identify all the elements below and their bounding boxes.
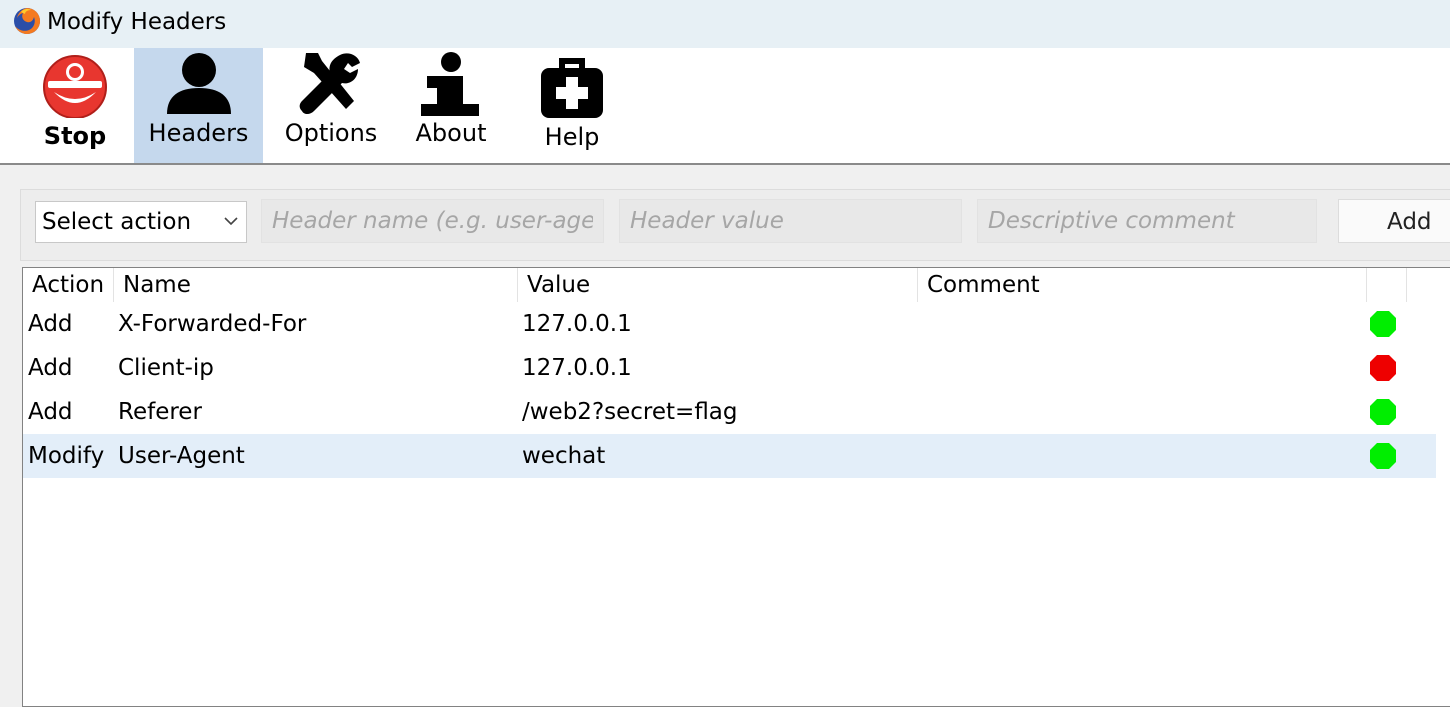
stop-label: Stop <box>43 122 107 150</box>
row-name: User-Agent <box>118 443 245 469</box>
add-button[interactable]: Add <box>1338 199 1450 243</box>
title-bar: Modify Headers <box>0 0 1450 48</box>
user-icon <box>167 53 231 114</box>
header-name-input[interactable] <box>262 200 603 242</box>
row-action: Add <box>28 311 73 337</box>
action-select-value: Select action <box>42 209 192 235</box>
action-select[interactable]: Select action <box>35 201 247 243</box>
firefox-icon <box>14 8 40 34</box>
headers-label: Headers <box>148 119 249 147</box>
tab-about[interactable]: About <box>395 48 507 163</box>
column-header-comment[interactable]: Comment <box>918 268 1367 302</box>
column-header-value[interactable]: Value <box>518 268 918 302</box>
chevron-down-icon <box>224 217 238 226</box>
stop-button[interactable]: Stop <box>14 48 136 163</box>
row-name: Referer <box>118 399 202 425</box>
enabled-status-icon[interactable] <box>1369 442 1397 470</box>
column-header-status <box>1367 268 1407 302</box>
column-header-name[interactable]: Name <box>114 268 518 302</box>
wrench-screwdriver-icon <box>299 53 360 114</box>
about-label: About <box>415 119 487 147</box>
headers-table: Action Name Value Comment Add X-Forwarde… <box>22 267 1450 707</box>
header-value-field <box>619 199 962 243</box>
first-aid-kit-icon <box>541 58 603 118</box>
enabled-status-icon[interactable] <box>1369 310 1397 338</box>
help-label: Help <box>544 123 600 151</box>
row-action: Modify <box>28 443 105 469</box>
disabled-status-icon[interactable] <box>1369 354 1397 382</box>
header-name-field <box>261 199 604 243</box>
options-label: Options <box>284 119 378 147</box>
row-value: /web2?secret=flag <box>522 399 738 425</box>
enabled-status-icon[interactable] <box>1369 398 1397 426</box>
row-name: X-Forwarded-For <box>118 311 307 337</box>
stop-icon <box>43 55 107 118</box>
comment-input[interactable] <box>978 200 1316 242</box>
column-header-action[interactable]: Action <box>23 268 114 302</box>
row-action: Add <box>28 355 73 381</box>
comment-field <box>977 199 1317 243</box>
table-row[interactable]: Add X-Forwarded-For 127.0.0.1 <box>23 302 1436 346</box>
table-row[interactable]: Add Client-ip 127.0.0.1 <box>23 346 1436 390</box>
tab-headers[interactable]: Headers <box>134 48 263 163</box>
row-value: 127.0.0.1 <box>522 355 632 381</box>
tab-options[interactable]: Options <box>270 48 392 163</box>
table-row[interactable]: Add Referer /web2?secret=flag <box>23 390 1436 434</box>
row-action: Add <box>28 399 73 425</box>
table-header: Action Name Value Comment <box>23 268 1450 302</box>
table-row-selected[interactable]: Modify User-Agent wechat <box>23 434 1436 478</box>
row-name: Client-ip <box>118 355 214 381</box>
header-value-input[interactable] <box>620 200 961 242</box>
window-title: Modify Headers <box>47 9 227 35</box>
toolbar: Stop Headers Options About Help <box>0 48 1450 165</box>
info-icon <box>421 52 479 116</box>
row-value: 127.0.0.1 <box>522 311 632 337</box>
tab-help[interactable]: Help <box>512 48 632 163</box>
header-entry-form: Select action Add <box>20 189 1450 261</box>
row-value: wechat <box>522 443 606 469</box>
